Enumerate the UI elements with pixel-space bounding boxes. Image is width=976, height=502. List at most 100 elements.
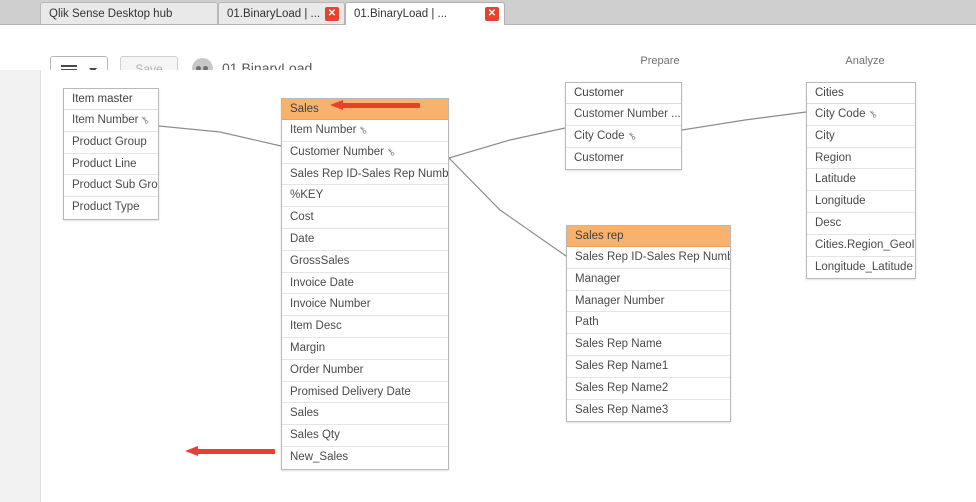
field-label: Longitude_Latitude xyxy=(815,260,913,273)
table-field[interactable]: %KEY xyxy=(282,185,448,208)
field-label: Latitude xyxy=(815,173,856,186)
table-field[interactable]: Sales Rep Name xyxy=(567,334,730,356)
qlik-sense-data-model-viewer: Qlik Sense Desktop hub 01.BinaryLoad | .… xyxy=(0,0,976,502)
close-icon[interactable]: ✕ xyxy=(485,7,499,21)
table-field[interactable]: Product Sub Gro... xyxy=(64,175,158,198)
table-field[interactable]: Invoice Date xyxy=(282,273,448,295)
table-field[interactable]: Desc xyxy=(807,213,915,235)
field-label: Order Number xyxy=(290,363,364,376)
table-field[interactable]: City xyxy=(807,126,915,148)
table-field[interactable]: Cities.Region_GeoInfo xyxy=(807,235,915,257)
table-field[interactable]: Margin xyxy=(282,338,448,360)
field-label: Item Desc xyxy=(290,320,342,333)
table-customer[interactable]: Customer Customer Number ... City Code⚷ … xyxy=(565,82,682,171)
field-label: Sales Rep Name1 xyxy=(575,359,669,372)
table-field[interactable]: Customer Number⚷ xyxy=(282,142,448,164)
field-label: Desc xyxy=(815,216,842,229)
field-label: Item Number xyxy=(290,124,357,136)
close-icon[interactable]: ✕ xyxy=(325,7,339,21)
table-field[interactable]: Manager Number xyxy=(567,291,730,313)
field-label: City Code xyxy=(815,108,866,120)
table-item-master[interactable]: Item master Item Number⚷ Product Group P… xyxy=(63,88,159,220)
field-label: Manager Number xyxy=(575,294,665,307)
field-label: Sales Rep Name3 xyxy=(575,403,669,416)
table-field[interactable]: City Code⚷ xyxy=(807,104,915,126)
table-field[interactable]: Path xyxy=(567,312,730,335)
field-label: Region xyxy=(815,151,852,164)
arrow-shaft xyxy=(197,449,275,454)
arrow-shaft xyxy=(342,103,420,108)
field-label: Path xyxy=(575,316,599,329)
field-label: Sales Rep Name xyxy=(575,338,662,351)
field-label: Longitude xyxy=(815,195,866,208)
table-title: Sales rep xyxy=(567,226,730,247)
field-label: Customer Number ... xyxy=(574,108,681,120)
field-label: Sales Rep Name2 xyxy=(575,381,669,394)
table-field[interactable]: Sales Rep Name3 xyxy=(567,400,730,422)
data-model-canvas[interactable]: Item master Item Number⚷ Product Group P… xyxy=(0,70,976,502)
table-field[interactable]: Item Desc xyxy=(282,316,448,338)
table-field[interactable]: Item Number⚷ xyxy=(64,110,158,132)
table-field[interactable]: GrossSales xyxy=(282,251,448,273)
browser-tab-label: Qlik Sense Desktop hub xyxy=(49,8,173,20)
table-field-new-sales[interactable]: New_Sales xyxy=(282,447,448,469)
nav-analyze-label: Analyze xyxy=(845,55,885,67)
field-label: %KEY xyxy=(290,189,324,202)
field-label: Cost xyxy=(290,211,314,224)
field-label: GrossSales xyxy=(290,254,350,267)
table-field[interactable]: Sales xyxy=(282,403,448,426)
table-field[interactable]: Sales Rep Name2 xyxy=(567,378,730,400)
table-field[interactable]: Date xyxy=(282,229,448,251)
table-field[interactable]: Invoice Number xyxy=(282,294,448,317)
table-field[interactable]: Customer xyxy=(566,148,681,170)
field-label: Product Type xyxy=(72,201,140,214)
table-field[interactable]: Product Type xyxy=(64,197,158,219)
table-field[interactable]: Longitude xyxy=(807,191,915,213)
table-field[interactable]: Sales Rep ID-Sales Rep Number ... xyxy=(567,247,730,269)
field-label: City xyxy=(815,129,835,142)
table-cities[interactable]: Cities City Code⚷ City Region Latitude L… xyxy=(806,82,916,280)
table-field[interactable]: Manager xyxy=(567,269,730,291)
table-title: Item master xyxy=(64,89,158,110)
browser-tab-hub[interactable]: Qlik Sense Desktop hub xyxy=(40,2,218,24)
table-field[interactable]: Cost xyxy=(282,207,448,229)
field-label: Invoice Date xyxy=(290,276,354,289)
table-title: Customer xyxy=(566,83,681,104)
tabstrip-left-spacer xyxy=(0,0,40,24)
annotation-arrow-sales xyxy=(330,100,420,110)
table-field[interactable]: City Code⚷ xyxy=(566,126,681,148)
browser-tab-binaryload-1[interactable]: 01.BinaryLoad | ... ✕ xyxy=(218,2,345,24)
table-field[interactable]: Region xyxy=(807,148,915,170)
table-field[interactable]: Customer Number ... xyxy=(566,104,681,126)
table-field[interactable]: Latitude xyxy=(807,169,915,192)
browser-tab-binaryload-2[interactable]: 01.BinaryLoad | ... ✕ xyxy=(345,2,505,25)
field-label: Product Sub Gro... xyxy=(72,179,158,192)
table-field[interactable]: Item Number⚷ xyxy=(282,120,448,142)
table-field[interactable]: Sales Rep ID-Sales Rep Number ... xyxy=(282,164,448,186)
app-toolbar: Save 01.BinaryLoad Prepare Data model vi… xyxy=(0,25,976,97)
table-field[interactable]: Sales Rep Name1 xyxy=(567,356,730,378)
table-field[interactable]: Product Line xyxy=(64,154,158,176)
field-label: Customer xyxy=(574,151,624,164)
field-label: Manager xyxy=(575,272,621,285)
field-label: Sales Qty xyxy=(290,429,340,442)
key-icon: ⚷ xyxy=(357,124,371,138)
table-sales-rep[interactable]: Sales rep Sales Rep ID-Sales Rep Number … xyxy=(566,225,731,423)
table-field[interactable]: Promised Delivery Date xyxy=(282,382,448,404)
table-field[interactable]: Sales Qty xyxy=(282,425,448,447)
field-label: Item Number xyxy=(72,114,139,126)
browser-tab-strip: Qlik Sense Desktop hub 01.BinaryLoad | .… xyxy=(0,0,976,25)
field-label: Sales Rep ID-Sales Rep Number ... xyxy=(575,251,730,263)
field-label: Sales Rep ID-Sales Rep Number ... xyxy=(290,167,448,180)
field-label: Margin xyxy=(290,341,326,354)
field-label: Customer Number xyxy=(290,145,384,158)
field-label: Cities.Region_GeoInfo xyxy=(815,238,915,251)
field-label: Sales xyxy=(290,407,319,420)
key-icon: ⚷ xyxy=(139,114,153,128)
table-field[interactable]: Longitude_Latitude xyxy=(807,257,915,279)
table-sales[interactable]: Sales Item Number⚷ Customer Number⚷ Sale… xyxy=(281,98,449,470)
table-field[interactable]: Product Group xyxy=(64,132,158,154)
field-label: Product Group xyxy=(72,135,147,148)
table-field[interactable]: Order Number xyxy=(282,360,448,382)
table-title: Cities xyxy=(807,83,915,104)
